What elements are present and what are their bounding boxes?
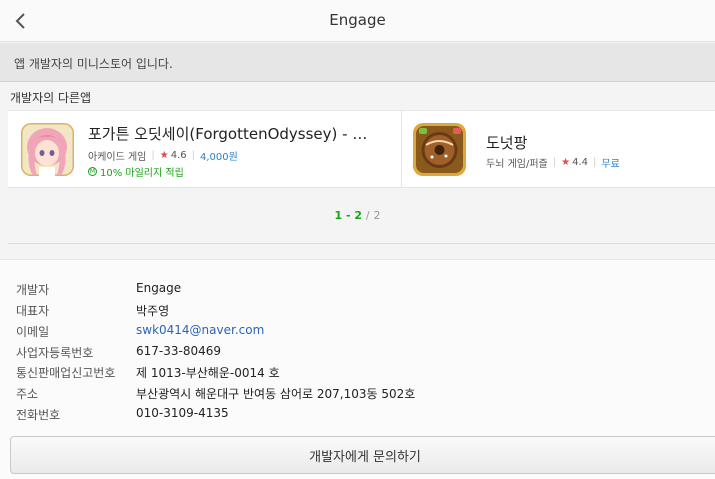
info-key: 전화번호 xyxy=(16,408,61,422)
app-meta: 두뇌 게임/퍼즐 | ★ 4.4 | 무료 xyxy=(486,155,620,170)
info-row-business-number: 사업자등록번호 617-33-80469 xyxy=(0,344,715,365)
page-separator: / xyxy=(365,209,370,222)
divider: | xyxy=(191,150,196,161)
other-apps-list: 포가튼 오딧세이(ForgottenOdyssey) - 미소녀 RPG 아케이… xyxy=(8,110,715,188)
info-key: 이메일 xyxy=(16,325,50,339)
mileage-text: 10% 마일리지 적립 xyxy=(100,168,184,179)
app-name: 도넛팡 xyxy=(486,134,528,152)
info-value: Engage xyxy=(136,281,182,295)
contact-developer-button[interactable]: 개발자에게 문의하기 xyxy=(10,436,715,474)
info-value: 617-33-80469 xyxy=(136,344,222,358)
top-bar: Engage xyxy=(0,0,715,42)
info-value: 박주영 xyxy=(136,304,170,318)
app-price: 무료 xyxy=(601,159,620,170)
info-key: 대표자 xyxy=(16,304,50,318)
page-title: Engage xyxy=(329,11,386,29)
page-total: 2 xyxy=(373,209,381,222)
app-meta: 아케이드 게임 | ★ 4.6 | 4,000원 xyxy=(88,148,238,163)
info-key: 주소 xyxy=(16,387,39,401)
divider: | xyxy=(593,157,597,168)
app-category: 두뇌 게임/퍼즐 xyxy=(486,159,548,170)
divider: | xyxy=(151,150,155,161)
app-card-forgotten-odyssey[interactable]: 포가튼 오딧세이(ForgottenOdyssey) - 미소녀 RPG 아케이… xyxy=(8,111,400,187)
mileage-icon: M xyxy=(88,167,97,176)
info-row-email: 이메일 swk0414@naver.com xyxy=(0,323,715,344)
info-row-phone: 전화번호 010-3109-4135 xyxy=(0,406,715,427)
info-key: 개발자 xyxy=(16,283,50,297)
info-value: 제 1013-부산해운-0014 호 xyxy=(136,366,280,380)
info-row-telecom-sales: 통신판매업신고번호 제 1013-부산해운-0014 호 xyxy=(0,364,715,385)
email-link[interactable]: swk0414@naver.com xyxy=(136,323,264,337)
app-price: 4,000원 xyxy=(200,152,238,163)
page-indicator: 1 - 2 / 2 xyxy=(0,209,715,222)
app-card-donutpang[interactable]: 도넛팡 두뇌 게임/퍼즐 | ★ 4.4 | 무료 xyxy=(401,111,715,187)
divider: | xyxy=(552,157,557,168)
app-rating: 4.4 xyxy=(572,157,588,168)
star-icon: ★ xyxy=(561,157,571,168)
ministore-notice: 앱 개발자의 미니스토어 입니다. xyxy=(0,43,715,82)
mileage-badge: M 10% 마일리지 적립 xyxy=(88,164,184,179)
section-divider xyxy=(8,243,715,244)
app-name: 포가튼 오딧세이(ForgottenOdyssey) - 미소녀 RPG xyxy=(88,125,378,143)
info-row-address: 주소 부산광역시 해운대구 반여동 삼어로 207,103동 502호 xyxy=(0,385,715,406)
page-range: 1 - 2 xyxy=(334,209,363,222)
anime-girl-app-icon xyxy=(21,123,74,176)
info-key: 사업자등록번호 xyxy=(16,346,94,360)
info-key: 통신판매업신고번호 xyxy=(16,366,116,380)
app-rating: 4.6 xyxy=(170,150,187,161)
info-value: 010-3109-4135 xyxy=(136,406,229,420)
app-category: 아케이드 게임 xyxy=(88,152,147,163)
star-icon: ★ xyxy=(159,150,169,161)
donut-app-icon xyxy=(413,123,466,176)
info-row-developer: 개발자 Engage xyxy=(0,281,715,302)
info-row-representative: 대표자 박주영 xyxy=(0,302,715,323)
info-value: 부산광역시 해운대구 반여동 삼어로 207,103동 502호 xyxy=(136,387,416,401)
other-apps-heading: 개발자의 다른앱 xyxy=(10,91,92,105)
